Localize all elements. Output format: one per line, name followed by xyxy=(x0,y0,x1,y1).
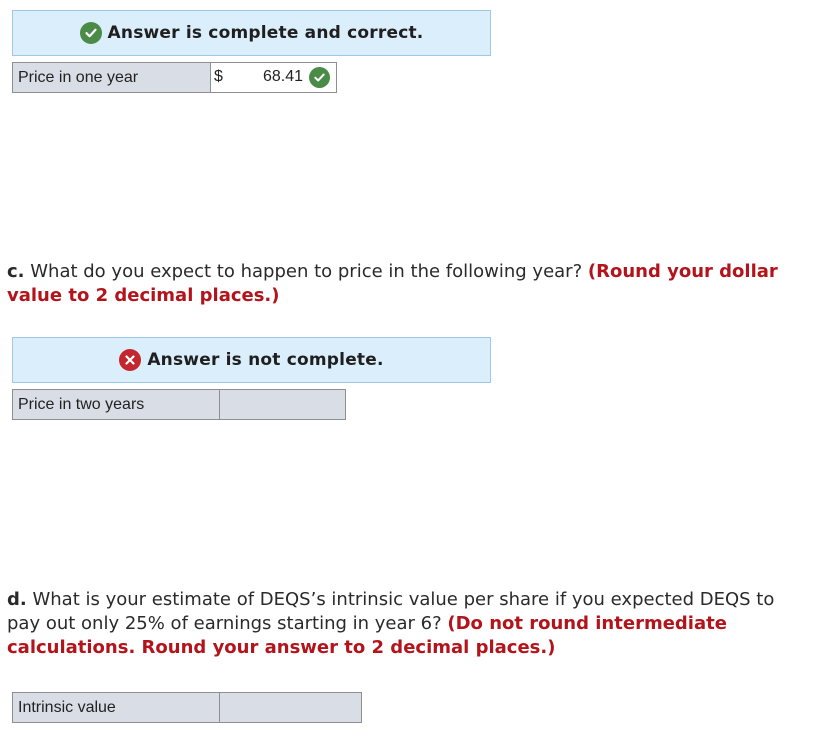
row-label: Intrinsic value xyxy=(12,692,220,723)
row-label: Price in two years xyxy=(12,389,220,420)
banner-text: Answer is not complete. xyxy=(147,350,384,370)
banner-text: Answer is complete and correct. xyxy=(107,23,424,43)
price-two-years-input[interactable] xyxy=(220,389,346,420)
question-text: What do you expect to happen to price in… xyxy=(24,261,588,282)
currency-symbol: $ xyxy=(214,68,223,85)
row-label: Price in one year xyxy=(12,62,211,93)
x-circle-icon xyxy=(119,349,142,371)
price-one-year-row: Price in one year $ 68.41 xyxy=(12,62,337,93)
intrinsic-value-row: Intrinsic value xyxy=(12,692,362,723)
correct-answer-banner: Answer is complete and correct. xyxy=(12,10,491,56)
incomplete-answer-banner: Answer is not complete. xyxy=(12,337,491,383)
question-letter: d. xyxy=(7,589,27,610)
check-circle-icon xyxy=(309,67,330,88)
question-c: c. What do you expect to happen to price… xyxy=(7,260,807,308)
price-one-year-input[interactable]: $ 68.41 xyxy=(211,62,337,93)
check-circle-icon xyxy=(79,22,102,44)
price-two-years-row: Price in two years xyxy=(12,389,346,420)
question-d: d. What is your estimate of DEQS’s intri… xyxy=(7,588,807,660)
question-letter: c. xyxy=(7,261,25,282)
intrinsic-value-input[interactable] xyxy=(220,692,362,723)
answer-value: 68.41 xyxy=(262,68,303,85)
